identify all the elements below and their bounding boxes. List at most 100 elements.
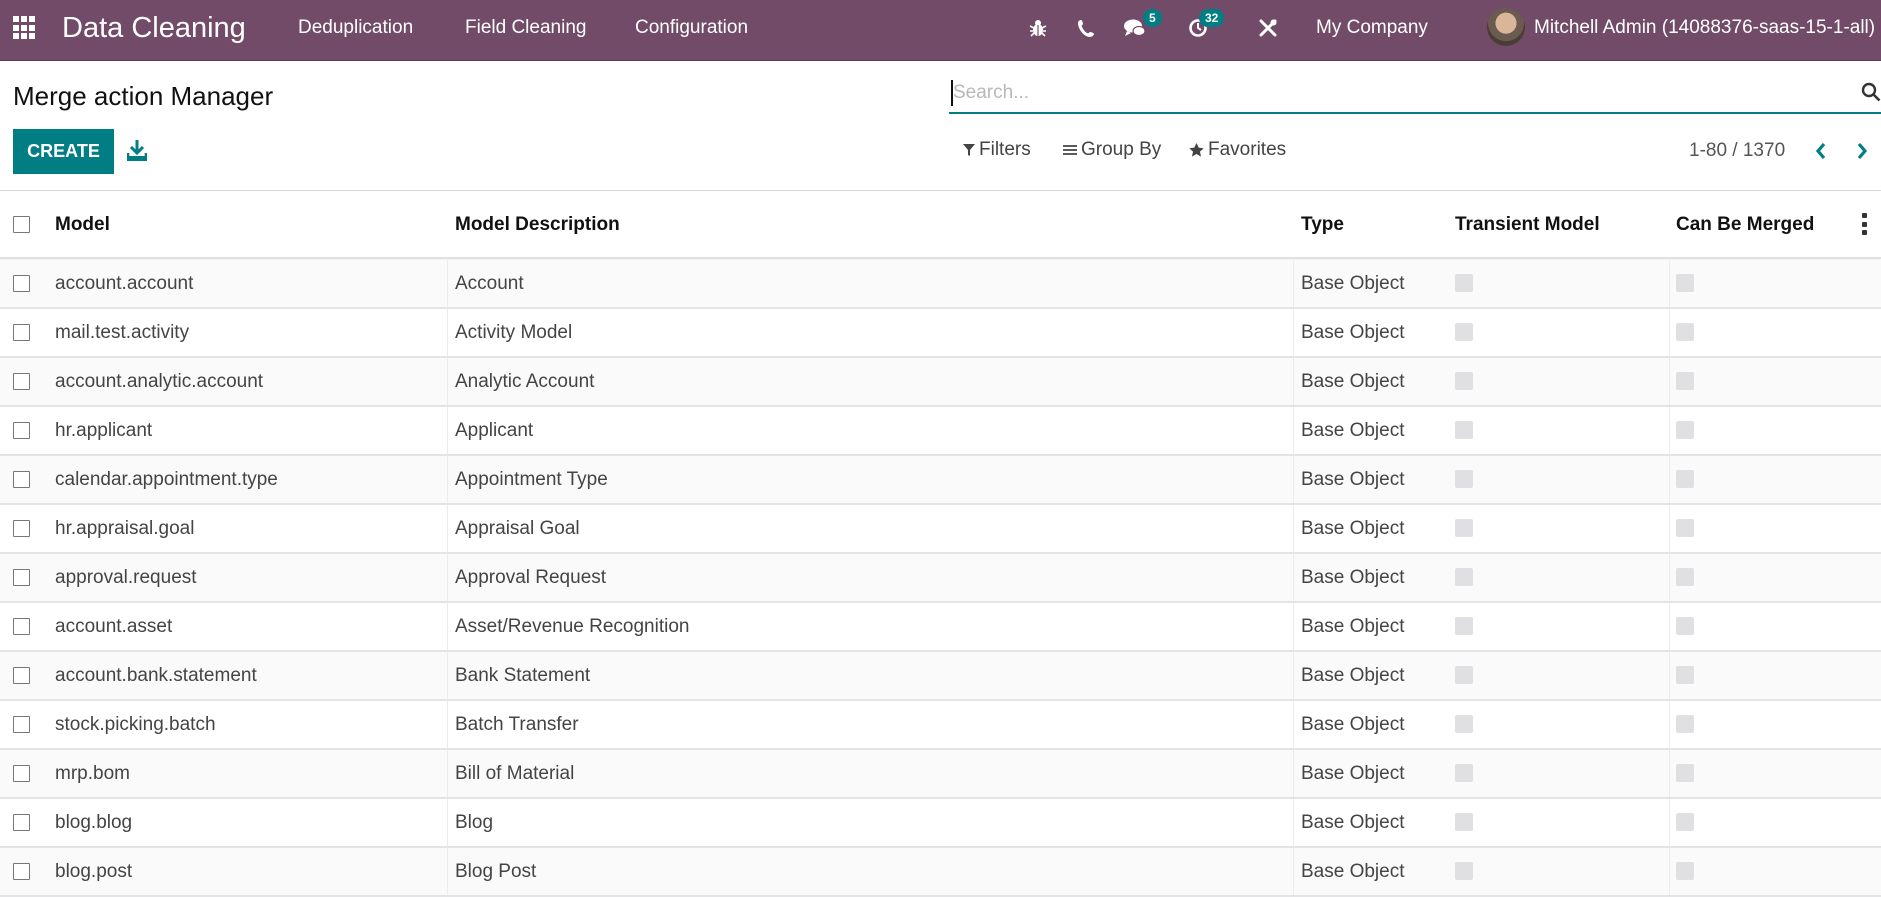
column-header-can-be-merged[interactable]: Can Be Merged bbox=[1676, 213, 1814, 237]
cell-description: Asset/Revenue Recognition bbox=[455, 616, 690, 637]
table-row[interactable]: stock.picking.batch Batch Transfer Base … bbox=[0, 701, 1881, 750]
table-row[interactable]: blog.post Blog Post Base Object bbox=[0, 848, 1881, 897]
row-checkbox[interactable] bbox=[13, 324, 30, 341]
can-be-merged-checkbox bbox=[1676, 372, 1694, 390]
can-be-merged-checkbox bbox=[1676, 568, 1694, 586]
cell-type: Base Object bbox=[1301, 665, 1405, 686]
pager-previous-icon[interactable] bbox=[1810, 139, 1832, 163]
row-checkbox[interactable] bbox=[13, 716, 30, 733]
favorites-button[interactable]: Favorites bbox=[1189, 139, 1286, 161]
transient-checkbox bbox=[1455, 764, 1473, 782]
column-header-model-description[interactable]: Model Description bbox=[455, 213, 620, 237]
table-row[interactable]: approval.request Approval Request Base O… bbox=[0, 554, 1881, 603]
filters-button[interactable]: Filters bbox=[963, 139, 1031, 161]
menu-field-cleaning[interactable]: Field Cleaning bbox=[465, 16, 586, 40]
table-row[interactable]: calendar.appointment.type Appointment Ty… bbox=[0, 456, 1881, 505]
search-icon[interactable] bbox=[1861, 82, 1881, 102]
cell-model: hr.appraisal.goal bbox=[55, 518, 195, 539]
row-checkbox[interactable] bbox=[13, 765, 30, 782]
search-input[interactable] bbox=[953, 78, 1833, 108]
row-checkbox[interactable] bbox=[13, 471, 30, 488]
cell-type: Base Object bbox=[1301, 763, 1405, 784]
cell-model: account.analytic.account bbox=[55, 371, 264, 392]
table-row[interactable]: hr.appraisal.goal Appraisal Goal Base Ob… bbox=[0, 505, 1881, 554]
phone-icon[interactable] bbox=[1075, 14, 1097, 42]
can-be-merged-checkbox bbox=[1676, 519, 1694, 537]
row-checkbox[interactable] bbox=[13, 422, 30, 439]
table-row[interactable]: account.asset Asset/Revenue Recognition … bbox=[0, 603, 1881, 652]
cell-model: calendar.appointment.type bbox=[55, 469, 278, 490]
cell-description: Account bbox=[455, 273, 524, 294]
download-icon[interactable] bbox=[126, 139, 149, 163]
user-avatar[interactable] bbox=[1487, 8, 1525, 46]
column-header-transient-model[interactable]: Transient Model bbox=[1455, 213, 1600, 237]
activities-badge: 32 bbox=[1199, 9, 1225, 27]
pager-next-icon[interactable] bbox=[1851, 139, 1873, 163]
can-be-merged-checkbox bbox=[1676, 323, 1694, 341]
favorites-label: Favorites bbox=[1208, 139, 1287, 160]
cell-model: approval.request bbox=[55, 567, 197, 588]
app-menu-icon[interactable] bbox=[13, 16, 37, 40]
transient-checkbox bbox=[1455, 568, 1473, 586]
app-name[interactable]: Data Cleaning bbox=[62, 10, 246, 46]
row-checkbox[interactable] bbox=[13, 275, 30, 292]
menu-deduplication[interactable]: Deduplication bbox=[298, 16, 413, 40]
menu-configuration[interactable]: Configuration bbox=[635, 16, 748, 40]
table-row[interactable]: mail.test.activity Activity Model Base O… bbox=[0, 309, 1881, 358]
can-be-merged-checkbox bbox=[1676, 470, 1694, 488]
bug-icon[interactable] bbox=[1027, 14, 1049, 42]
cell-description: Appointment Type bbox=[455, 469, 608, 490]
transient-checkbox bbox=[1455, 617, 1473, 635]
table-header: Model Model Description Type Transient M… bbox=[0, 191, 1881, 259]
page-title: Merge action Manager bbox=[13, 81, 274, 111]
filter-icon bbox=[963, 143, 975, 157]
transient-checkbox bbox=[1455, 274, 1473, 292]
column-header-model[interactable]: Model bbox=[55, 213, 110, 237]
pager-value[interactable]: 1-80 / 1370 bbox=[1689, 139, 1785, 163]
row-checkbox[interactable] bbox=[13, 618, 30, 635]
table-row[interactable]: account.account Account Base Object bbox=[0, 260, 1881, 309]
create-button[interactable]: CREATE bbox=[13, 129, 114, 174]
select-all-checkbox[interactable] bbox=[13, 216, 30, 233]
cell-description: Analytic Account bbox=[455, 371, 595, 392]
table-row[interactable]: account.analytic.account Analytic Accoun… bbox=[0, 358, 1881, 407]
row-checkbox[interactable] bbox=[13, 569, 30, 586]
cell-type: Base Object bbox=[1301, 861, 1405, 882]
transient-checkbox bbox=[1455, 421, 1473, 439]
row-checkbox[interactable] bbox=[13, 520, 30, 537]
cell-type: Base Object bbox=[1301, 273, 1405, 294]
optional-columns-icon[interactable] bbox=[1862, 213, 1868, 235]
cell-description: Approval Request bbox=[455, 567, 607, 588]
cell-description: Blog bbox=[455, 812, 494, 833]
can-be-merged-checkbox bbox=[1676, 764, 1694, 782]
can-be-merged-checkbox bbox=[1676, 274, 1694, 292]
tools-icon[interactable] bbox=[1256, 14, 1280, 42]
cell-description: Appraisal Goal bbox=[455, 518, 580, 539]
group-by-label: Group By bbox=[1081, 139, 1162, 160]
row-checkbox[interactable] bbox=[13, 667, 30, 684]
group-by-button[interactable]: Group By bbox=[1063, 139, 1161, 161]
row-checkbox[interactable] bbox=[13, 814, 30, 831]
column-header-type[interactable]: Type bbox=[1301, 213, 1344, 237]
cell-model: mail.test.activity bbox=[55, 322, 190, 343]
cell-description: Bill of Material bbox=[455, 763, 575, 784]
user-menu[interactable]: Mitchell Admin (14088376-saas-15-1-all) bbox=[1534, 16, 1875, 40]
row-checkbox[interactable] bbox=[13, 863, 30, 880]
table-row[interactable]: blog.blog Blog Base Object bbox=[0, 799, 1881, 848]
table-row[interactable]: hr.applicant Applicant Base Object bbox=[0, 407, 1881, 456]
table-row[interactable]: mrp.bom Bill of Material Base Object bbox=[0, 750, 1881, 799]
cell-type: Base Object bbox=[1301, 567, 1405, 588]
transient-checkbox bbox=[1455, 470, 1473, 488]
filters-label: Filters bbox=[979, 139, 1031, 160]
cell-model: blog.post bbox=[55, 861, 133, 882]
transient-checkbox bbox=[1455, 813, 1473, 831]
cell-model: account.account bbox=[55, 273, 194, 294]
transient-checkbox bbox=[1455, 519, 1473, 537]
table-row[interactable]: account.bank.statement Bank Statement Ba… bbox=[0, 652, 1881, 701]
cell-model: hr.applicant bbox=[55, 420, 153, 441]
cell-description: Activity Model bbox=[455, 322, 573, 343]
cell-description: Batch Transfer bbox=[455, 714, 579, 735]
row-checkbox[interactable] bbox=[13, 373, 30, 390]
company-switcher[interactable]: My Company bbox=[1316, 16, 1428, 40]
transient-checkbox bbox=[1455, 372, 1473, 390]
